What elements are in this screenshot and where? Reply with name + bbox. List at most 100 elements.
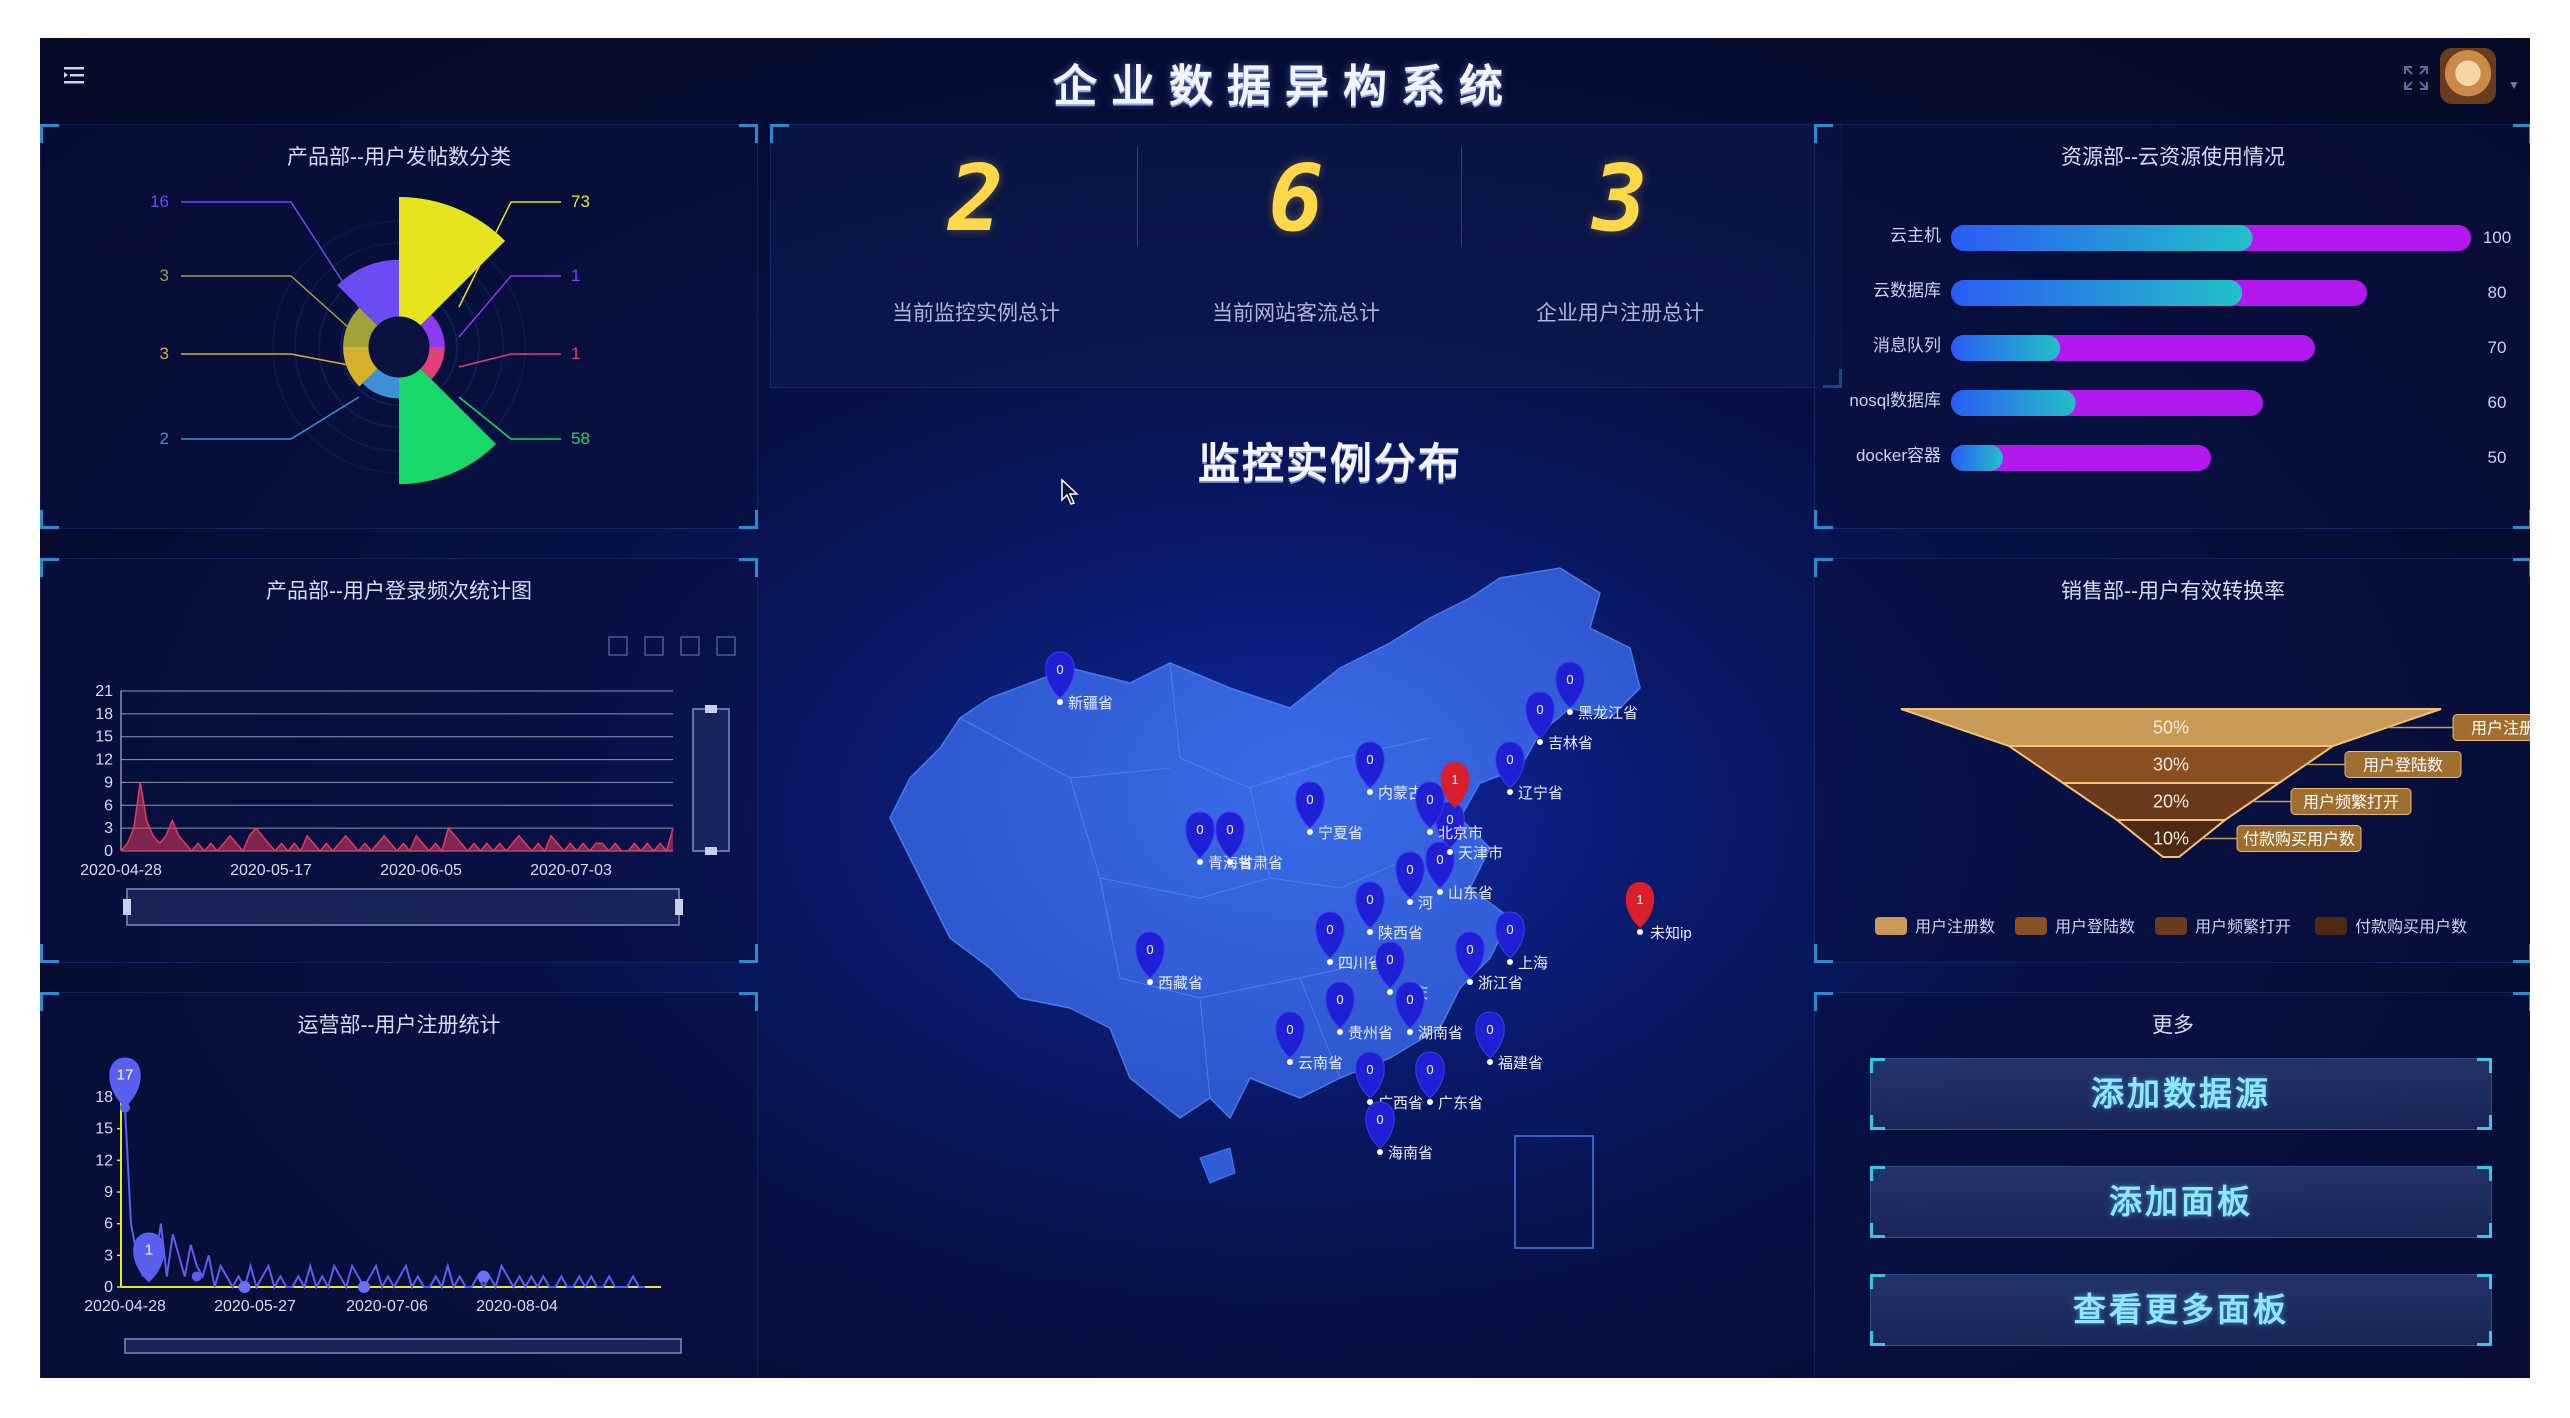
svg-text:甘肃省: 甘肃省 bbox=[1238, 855, 1283, 872]
map-title: 监控实例分布 bbox=[1197, 440, 1462, 487]
rose-slice[interactable] bbox=[399, 197, 506, 326]
rose-slice[interactable] bbox=[337, 259, 399, 326]
data-point[interactable] bbox=[477, 1270, 490, 1283]
data-point[interactable] bbox=[191, 1271, 202, 1282]
x-tick-label: 2020-05-27 bbox=[214, 1298, 296, 1315]
horizontal-zoom-slider[interactable] bbox=[124, 1338, 682, 1354]
svg-text:西藏省: 西藏省 bbox=[1158, 975, 1203, 992]
svg-text:黑龙江省: 黑龙江省 bbox=[1578, 705, 1638, 722]
svg-text:0: 0 bbox=[1426, 792, 1433, 807]
zoom-select-icon[interactable] bbox=[608, 636, 628, 656]
add-panel-button[interactable]: 添加面板 bbox=[1870, 1166, 2492, 1238]
y-tick-label: 3 bbox=[104, 1247, 113, 1264]
slider-handle[interactable] bbox=[675, 899, 683, 915]
x-tick-label: 2020-05-17 bbox=[230, 862, 312, 879]
funnel-category-label: 用户注册数 bbox=[2471, 720, 2530, 738]
svg-text:0: 0 bbox=[1196, 822, 1203, 837]
legend-label[interactable]: 用户注册数 bbox=[1915, 918, 1995, 936]
download-icon[interactable] bbox=[716, 636, 736, 656]
funnel-value-label: 20% bbox=[2153, 792, 2189, 812]
stat-label: 当前监控实例总计 bbox=[892, 302, 1060, 325]
x-tick-label: 2020-06-05 bbox=[380, 862, 462, 879]
svg-text:1: 1 bbox=[145, 1241, 153, 1258]
hainan-island[interactable] bbox=[1199, 1147, 1236, 1184]
bar-value-label: 100 bbox=[2483, 228, 2511, 247]
map-marker[interactable]: 0 上海 bbox=[1495, 911, 1548, 972]
funnel-value-label: 10% bbox=[2153, 829, 2189, 849]
y-tick-label: 0 bbox=[104, 843, 113, 860]
svg-text:0: 0 bbox=[1286, 1022, 1293, 1037]
stat-monitor-instances: 2 当前监控实例总计 bbox=[811, 125, 1141, 387]
rose-slice[interactable] bbox=[399, 368, 497, 485]
map-marker[interactable]: 0 福建省 bbox=[1475, 1011, 1543, 1072]
bar-segment[interactable] bbox=[1951, 445, 2003, 471]
legend-swatch[interactable] bbox=[2315, 917, 2347, 935]
rose-value-label: 1 bbox=[571, 266, 580, 285]
bar-segment[interactable] bbox=[1951, 225, 2253, 251]
legend-swatch[interactable] bbox=[1875, 917, 1907, 935]
map-marker-unknown-ip[interactable]: 1 未知ip bbox=[1625, 882, 1692, 942]
max-min-pin[interactable]: 17 bbox=[109, 1057, 141, 1108]
svg-text:0: 0 bbox=[1376, 1112, 1383, 1127]
legend-label[interactable]: 用户频繁打开 bbox=[2195, 918, 2291, 936]
svg-text:0: 0 bbox=[1426, 1062, 1433, 1077]
legend-label[interactable]: 用户登陆数 bbox=[2055, 918, 2135, 936]
legend-swatch[interactable] bbox=[2155, 917, 2187, 935]
refresh-icon[interactable] bbox=[680, 636, 700, 656]
y-tick-label: 21 bbox=[95, 683, 113, 700]
slider-handle[interactable] bbox=[705, 847, 717, 855]
svg-text:海南省: 海南省 bbox=[1388, 1145, 1433, 1162]
map-marker[interactable]: 0 广东省 bbox=[1415, 1051, 1483, 1112]
funnel-value-label: 30% bbox=[2153, 755, 2189, 775]
view-more-panels-button[interactable]: 查看更多面板 bbox=[1870, 1274, 2492, 1346]
bar-segment[interactable] bbox=[1951, 280, 2243, 306]
bar-segment[interactable] bbox=[1951, 390, 2076, 416]
post-category-panel: 产品部--用户发帖数分类 73 1 1 58 16 3 3 2 bbox=[40, 124, 758, 529]
horizontal-zoom-slider[interactable] bbox=[126, 888, 680, 926]
svg-text:福建省: 福建省 bbox=[1498, 1055, 1543, 1072]
funnel-category-label: 用户登陆数 bbox=[2363, 757, 2443, 775]
slider-handle[interactable] bbox=[123, 899, 131, 915]
legend-swatch[interactable] bbox=[2015, 917, 2047, 935]
rose-label-line bbox=[181, 396, 360, 440]
legend-label[interactable]: 付款购买用户数 bbox=[2355, 918, 2467, 936]
register-line bbox=[124, 1107, 645, 1290]
cloud-usage-panel: 资源部--云资源使用情况 云主机 100 云数据库 80 消息队列 70 nosql数据库 6… bbox=[1814, 124, 2530, 529]
svg-text:0: 0 bbox=[1506, 922, 1513, 937]
data-point[interactable] bbox=[358, 1281, 371, 1293]
fullscreen-icon[interactable] bbox=[2402, 64, 2430, 92]
rose-value-label: 2 bbox=[160, 429, 169, 448]
avatar-dropdown-caret-icon[interactable]: ▼ bbox=[2508, 78, 2520, 92]
data-point[interactable] bbox=[238, 1281, 251, 1293]
vertical-zoom-slider[interactable] bbox=[692, 708, 730, 852]
x-tick-label: 2020-04-28 bbox=[84, 1298, 166, 1315]
max-min-pin[interactable]: 1 bbox=[133, 1232, 165, 1283]
china-map-shape[interactable] bbox=[889, 567, 1641, 1120]
svg-text:未知ip: 未知ip bbox=[1650, 925, 1692, 942]
user-avatar[interactable] bbox=[2440, 48, 2496, 104]
svg-text:云南省: 云南省 bbox=[1298, 1055, 1343, 1072]
add-datasource-button[interactable]: 添加数据源 bbox=[1870, 1058, 2492, 1130]
svg-text:0: 0 bbox=[1336, 992, 1343, 1007]
stat-value: 3 bbox=[1592, 145, 1648, 252]
map-marker[interactable]: 0广西省 bbox=[1355, 1051, 1423, 1112]
rose-label-line bbox=[181, 353, 360, 368]
svg-text:新疆省: 新疆省 bbox=[1068, 695, 1113, 712]
svg-text:0: 0 bbox=[1406, 862, 1413, 877]
svg-text:17: 17 bbox=[117, 1067, 134, 1084]
rose-value-label: 3 bbox=[160, 344, 169, 363]
bar-value-label: 70 bbox=[2488, 338, 2507, 357]
bar-category-label: nosql数据库 bbox=[1849, 391, 1941, 410]
zoom-reset-icon[interactable] bbox=[644, 636, 664, 656]
svg-text:1: 1 bbox=[1451, 772, 1458, 787]
x-tick-label: 2020-08-04 bbox=[476, 1298, 558, 1315]
svg-text:0: 0 bbox=[1366, 1062, 1373, 1077]
svg-text:上海: 上海 bbox=[1518, 955, 1548, 972]
slider-handle[interactable] bbox=[705, 705, 717, 713]
bar-value-label: 50 bbox=[2488, 448, 2507, 467]
login-frequency-panel: 产品部--用户登录频次统计图 0 3 6 9 12 15 18 21 2020-04-28 202… bbox=[40, 558, 758, 963]
y-tick-label: 0 bbox=[104, 1279, 113, 1296]
x-tick-label: 2020-04-28 bbox=[80, 862, 162, 879]
bar-segment[interactable] bbox=[1951, 335, 2061, 361]
china-instance-map[interactable]: 0新疆省0西藏省0青海省0甘肃省0宁夏省0内蒙古0四川省0陕西省0重庆0云南省0… bbox=[870, 558, 1770, 1258]
